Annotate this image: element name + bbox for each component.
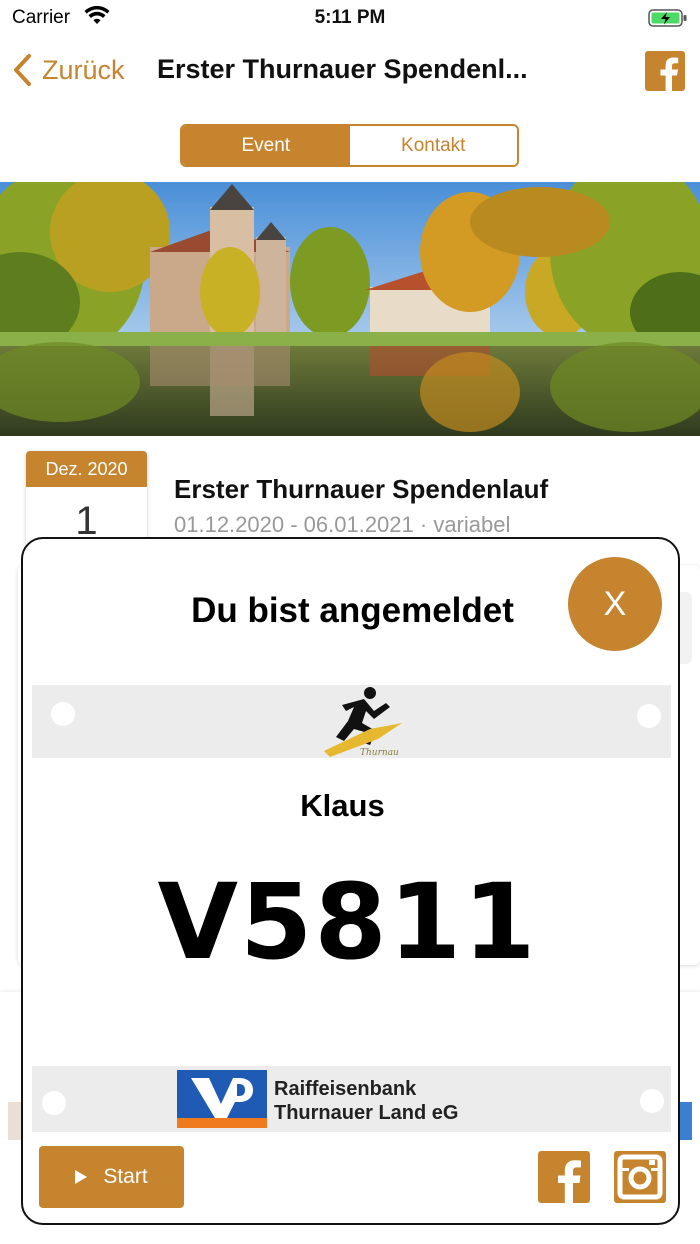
back-label: Zurück [42,54,125,85]
tab-event[interactable]: Event [182,126,350,165]
bib-hole [42,1091,66,1115]
battery-charging-icon [648,9,687,27]
start-label: Start [103,1165,148,1188]
play-icon [75,1170,88,1184]
segmented-control: Event Kontakt [180,124,519,167]
svg-text:Thurnau: Thurnau [360,748,399,758]
facebook-icon [558,1160,581,1203]
bib-top-strip: Thurnau [32,685,671,758]
instagram-icon [617,1154,663,1200]
facebook-share-button[interactable] [645,51,685,91]
background-card-edge [678,592,692,664]
back-button[interactable]: Zurück [12,52,125,88]
chevron-left-icon [14,54,31,86]
bib-hole [637,704,661,728]
facebook-button[interactable] [538,1151,590,1203]
status-bar: Carrier 5:11 PM [0,0,700,36]
page-title: Erster Thurnauer Spendenl... [157,54,528,84]
bib-hole [51,702,75,726]
event-dates: 01.12.2020 - 06.01.2021 · variabel [174,512,511,537]
bib-sponsor-strip: Raiffeisenbank Thurnauer Land eG [32,1066,671,1132]
event-hero-image [0,182,700,436]
facebook-icon [660,57,679,91]
background-image-edge [678,1102,692,1140]
sponsor-name-line1: Raiffeisenbank [274,1078,417,1100]
tab-contact[interactable]: Kontakt [349,126,517,165]
runner-name: Klaus [300,788,385,823]
event-title: Erster Thurnauer Spendenlauf [174,474,549,504]
background-image-edge [8,1102,22,1140]
raiffeisenbank-logo-icon [177,1070,267,1128]
sponsor-name: Raiffeisenbank Thurnauer Land eG [274,1077,458,1125]
bib-number: V5811 [157,861,538,983]
event-month-year: Dez. 2020 [26,451,147,487]
runner-logo-icon: Thurnau [324,687,402,758]
close-button[interactable]: X [568,557,662,651]
clock-time: 5:11 PM [314,7,386,28]
instagram-button[interactable] [614,1151,666,1203]
sponsor-name-line2: Thurnauer Land eG [274,1102,459,1124]
bib-hole [640,1089,664,1113]
registration-modal: Du bist angemeldet X Thurnau Klaus V5811… [21,537,680,1225]
navigation-bar: Zurück Erster Thurnauer Spendenl... [0,40,700,104]
start-button[interactable]: Start [39,1146,184,1208]
